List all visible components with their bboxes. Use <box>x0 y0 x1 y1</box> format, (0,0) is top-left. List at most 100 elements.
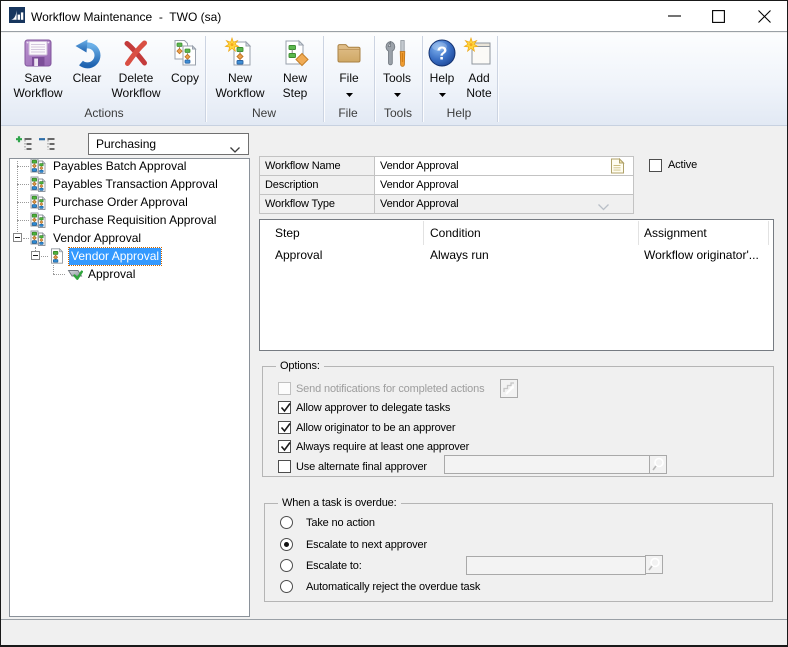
tree-expander-collapse[interactable] <box>31 251 40 260</box>
description-label: Description <box>265 176 318 194</box>
tree-connector <box>41 256 48 257</box>
alternate-approver-label: Use alternate final approver <box>296 461 427 474</box>
minimize-button[interactable] <box>654 1 694 31</box>
column-header-condition[interactable]: Condition <box>430 226 481 240</box>
button-label: Add <box>446 71 512 86</box>
category-dropdown-value: Purchasing <box>96 137 156 151</box>
clear-icon <box>71 37 103 69</box>
workflow-name-field[interactable]: Vendor Approval <box>375 157 633 175</box>
tree-item[interactable]: Payables Batch Approval <box>53 158 186 175</box>
tree-connector <box>17 161 18 238</box>
column-separator <box>638 221 639 245</box>
tree-connector <box>23 238 29 239</box>
chevron-down-icon <box>230 142 240 156</box>
workflow-maintenance-window: Workflow Maintenance - TWO (sa) <box>0 0 788 647</box>
auto-reject-radio[interactable] <box>280 580 293 593</box>
workflow-type-icon <box>30 230 46 246</box>
column-header-step[interactable]: Step <box>275 226 300 240</box>
auto-reject-label: Automatically reject the overdue task <box>306 581 480 594</box>
options-group-title: Options: <box>276 360 324 372</box>
category-dropdown[interactable]: Purchasing <box>88 133 249 155</box>
lookup-icon <box>646 556 662 573</box>
note-icon <box>609 158 626 174</box>
condition-cell[interactable]: Always run <box>430 248 489 262</box>
workflow-form: Workflow Name Description Workflow Type … <box>259 156 634 214</box>
toolbar-group-caption: Actions <box>59 106 149 120</box>
toolbar: Save Workflow Clear <box>1 33 787 126</box>
close-button[interactable] <box>744 1 784 31</box>
expansion-icon <box>501 380 517 397</box>
collapse-all-button[interactable] <box>37 134 57 154</box>
new-step-icon <box>279 37 311 69</box>
steps-grid: Step Condition Assignment Approval Alway… <box>259 219 774 351</box>
escalate-next-approver-radio[interactable] <box>280 538 293 551</box>
active-checkbox[interactable] <box>649 159 662 172</box>
tree-connector <box>17 220 29 221</box>
allow-delegate-checkbox[interactable] <box>278 401 291 414</box>
column-header-assignment[interactable]: Assignment <box>644 226 707 240</box>
alternate-approver-field[interactable] <box>444 455 650 474</box>
workflow-type-label: Workflow Type <box>265 195 335 213</box>
tree-item[interactable]: Vendor Approval <box>53 230 141 247</box>
workflow-type-icon <box>30 158 46 174</box>
tree-item[interactable]: Approval <box>88 266 135 283</box>
take-no-action-radio[interactable] <box>280 516 293 529</box>
workflow-name-label: Workflow Name <box>265 157 340 175</box>
require-one-approver-label: Always require at least one approver <box>296 441 469 454</box>
notification-expansion-button[interactable] <box>500 379 518 398</box>
save-icon <box>22 37 54 69</box>
tree-item[interactable]: Purchase Order Approval <box>53 194 188 211</box>
active-label: Active <box>668 159 697 172</box>
take-no-action-label: Take no action <box>306 517 375 530</box>
overdue-group-title: When a task is overdue: <box>278 497 401 509</box>
tree-connector <box>17 166 29 167</box>
close-icon <box>758 10 771 23</box>
column-separator <box>768 221 769 245</box>
step-cell[interactable]: Approval <box>275 248 322 262</box>
add-note-icon <box>463 37 495 69</box>
expand-all-button[interactable] <box>14 134 34 154</box>
lookup-icon <box>650 456 666 473</box>
send-notifications-checkbox[interactable] <box>278 382 291 395</box>
window-title: Workflow Maintenance - TWO (sa) <box>31 10 221 24</box>
bottom-separator <box>1 619 787 620</box>
workflow-icon <box>49 248 65 264</box>
tree-connector <box>17 202 29 203</box>
app-icon <box>9 7 25 23</box>
tree-item-selected[interactable]: Vendor Approval <box>69 248 161 265</box>
toolbar-group-caption: New <box>219 106 309 120</box>
description-value: Vendor Approval <box>380 179 458 191</box>
workflow-type-icon <box>30 176 46 192</box>
alternate-approver-checkbox[interactable] <box>278 460 291 473</box>
maximize-icon <box>712 10 725 23</box>
assignment-cell[interactable]: Workflow originator'... <box>644 248 759 262</box>
step-icon <box>67 266 83 282</box>
new-workflow-icon <box>224 37 256 69</box>
maximize-button[interactable] <box>698 1 738 31</box>
expand-all-icon <box>14 134 34 154</box>
workflow-type-dropdown[interactable]: Vendor Approval <box>375 195 633 213</box>
button-label: Workflow <box>103 86 169 101</box>
allow-delegate-label: Allow approver to delegate tasks <box>296 402 450 415</box>
allow-originator-checkbox[interactable] <box>278 421 291 434</box>
toolbar-group-caption: Help <box>414 106 504 120</box>
tree-item[interactable]: Purchase Requisition Approval <box>53 212 216 229</box>
button-label: Note <box>446 86 512 101</box>
allow-originator-label: Allow originator to be an approver <box>296 422 455 435</box>
add-note-button[interactable]: Add Note <box>446 35 512 101</box>
alternate-approver-lookup-button[interactable] <box>649 455 667 474</box>
workflow-name-value: Vendor Approval <box>380 160 458 172</box>
escalate-to-lookup-button[interactable] <box>645 555 663 574</box>
require-one-approver-checkbox[interactable] <box>278 440 291 453</box>
chevron-down-icon <box>598 200 609 214</box>
copy-icon <box>169 37 201 69</box>
button-label: Workflow <box>5 86 71 101</box>
tree-expander-collapse[interactable] <box>13 233 22 242</box>
note-button[interactable] <box>609 158 626 174</box>
escalate-to-radio[interactable] <box>280 559 293 572</box>
workflow-type-icon <box>30 212 46 228</box>
workflow-type-icon <box>30 194 46 210</box>
description-field[interactable]: Vendor Approval <box>375 176 633 194</box>
tree-item[interactable]: Payables Transaction Approval <box>53 176 218 193</box>
escalate-to-field[interactable] <box>466 556 646 575</box>
